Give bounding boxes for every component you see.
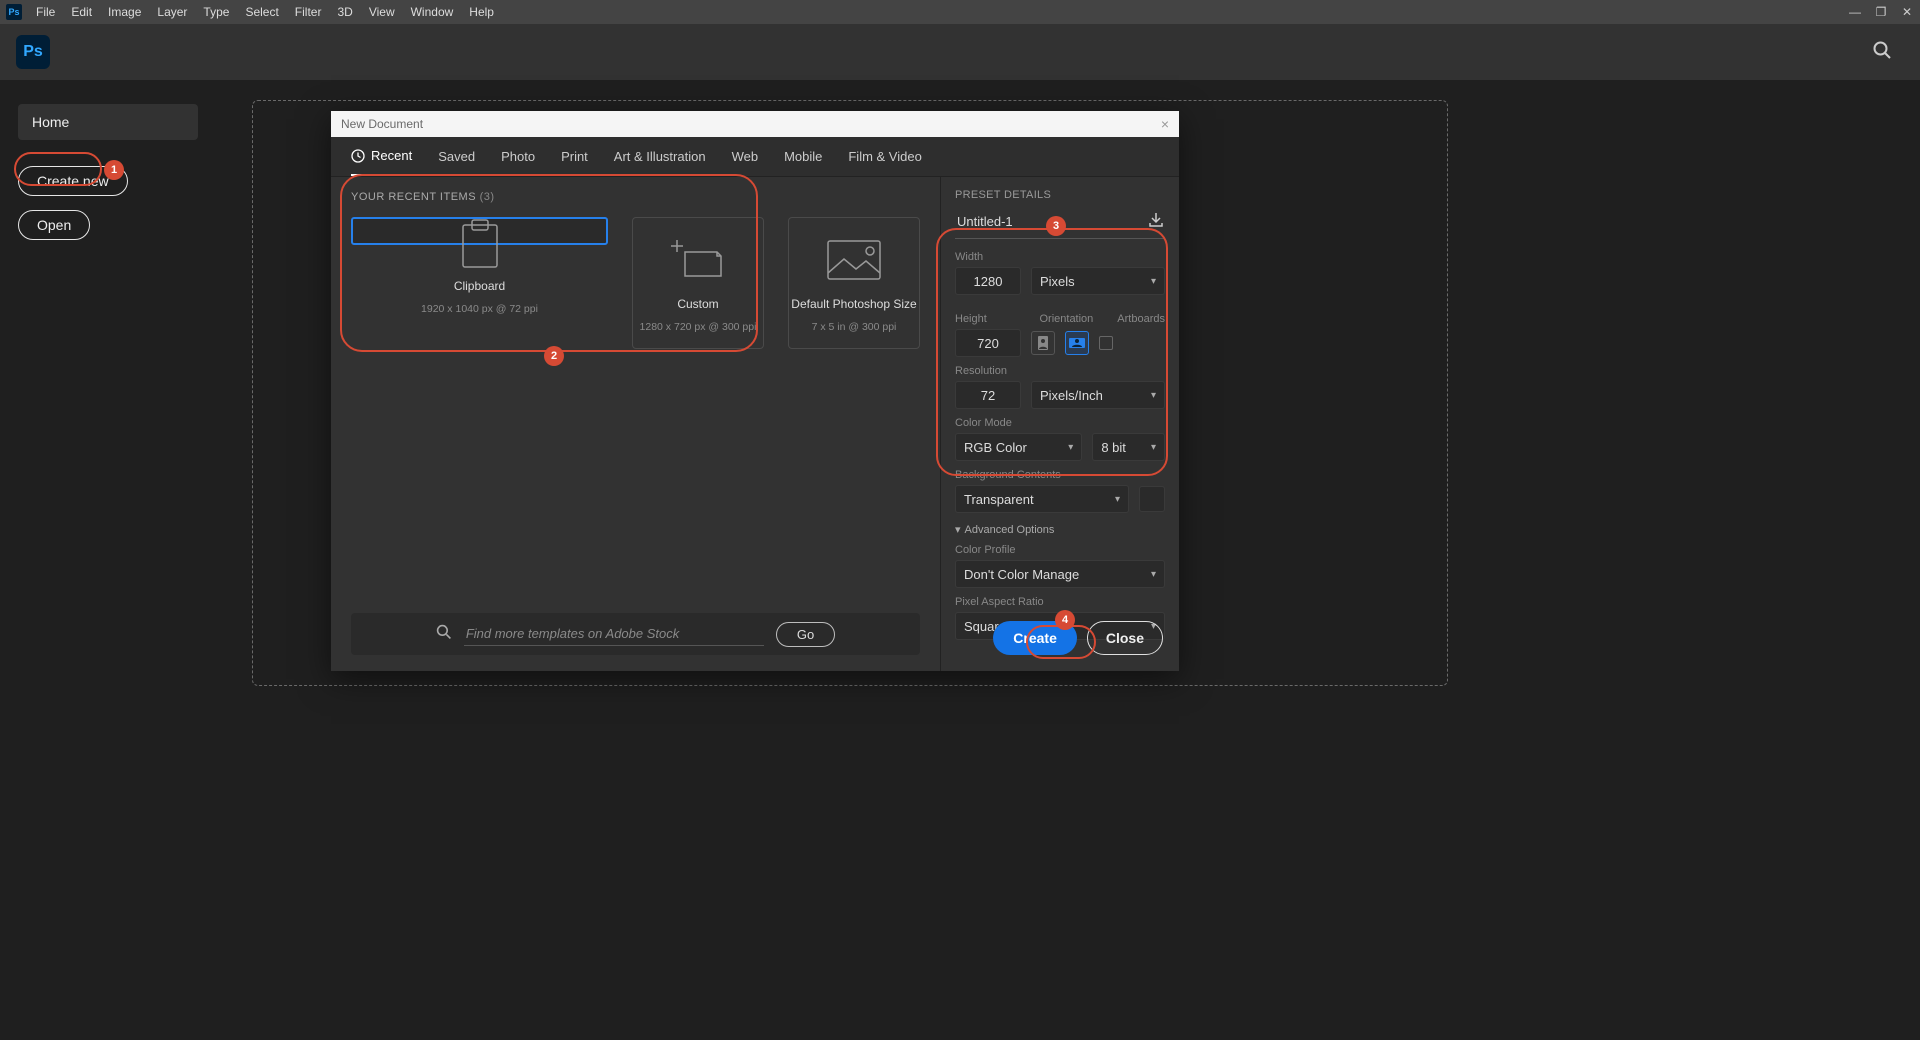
drop-zone: New Document × Recent Saved Photo Print … — [252, 100, 1448, 686]
advanced-options-toggle[interactable]: ▾ Advanced Options — [955, 523, 1165, 536]
tab-photo[interactable]: Photo — [501, 137, 535, 176]
tab-recent-label: Recent — [371, 148, 412, 163]
color-profile-select[interactable]: Don't Color Manage▾ — [955, 560, 1165, 588]
search-icon — [436, 624, 452, 645]
dialog-tabs: Recent Saved Photo Print Art & Illustrat… — [331, 137, 1179, 177]
stock-search-bar: Find more templates on Adobe Stock Go — [351, 613, 920, 655]
preset-custom[interactable]: Custom 1280 x 720 px @ 300 ppi — [632, 217, 764, 349]
ps-mini-icon: Ps — [6, 4, 22, 20]
orientation-portrait[interactable] — [1031, 331, 1055, 355]
resolution-unit-select[interactable]: Pixels/Inch▾ — [1031, 381, 1165, 409]
tab-web[interactable]: Web — [732, 137, 759, 176]
create-button[interactable]: Create — [993, 621, 1077, 655]
window-minimize-icon[interactable]: — — [1842, 5, 1868, 19]
tab-film[interactable]: Film & Video — [848, 137, 921, 176]
menu-bar: Ps File Edit Image Layer Type Select Fil… — [0, 0, 1920, 24]
bit-depth-select[interactable]: 8 bit▾ — [1092, 433, 1165, 461]
tab-saved[interactable]: Saved — [438, 137, 475, 176]
width-unit-select[interactable]: Pixels▾ — [1031, 267, 1165, 295]
height-label: Height — [955, 313, 1019, 325]
save-preset-icon[interactable] — [1147, 211, 1165, 232]
create-new-button[interactable]: Create new — [18, 166, 128, 196]
bg-contents-select[interactable]: Transparent▾ — [955, 485, 1129, 513]
document-icon — [671, 233, 725, 287]
resolution-input[interactable] — [955, 381, 1021, 409]
color-mode-label: Color Mode — [955, 417, 1165, 429]
menu-file[interactable]: File — [28, 5, 63, 19]
preset-label: Custom — [677, 297, 718, 311]
menu-view[interactable]: View — [361, 5, 403, 19]
preset-sub: 1920 x 1040 px @ 72 ppi — [421, 303, 538, 315]
pixel-aspect-label: Pixel Aspect Ratio — [955, 596, 1165, 608]
menu-filter[interactable]: Filter — [287, 5, 330, 19]
height-input[interactable] — [955, 329, 1021, 357]
menu-window[interactable]: Window — [403, 5, 462, 19]
menu-type[interactable]: Type — [195, 5, 237, 19]
bg-color-swatch[interactable] — [1139, 486, 1165, 512]
tab-art[interactable]: Art & Illustration — [614, 137, 706, 176]
search-icon[interactable] — [1872, 40, 1892, 65]
app-header: Ps — [0, 24, 1920, 80]
preset-label: Default Photoshop Size — [791, 297, 916, 311]
menu-image[interactable]: Image — [100, 5, 149, 19]
menu-help[interactable]: Help — [461, 5, 502, 19]
tab-mobile[interactable]: Mobile — [784, 137, 822, 176]
color-mode-select[interactable]: RGB Color▾ — [955, 433, 1082, 461]
artboards-label: Artboards — [1117, 313, 1165, 325]
dialog-title-bar: New Document × — [331, 111, 1179, 137]
preset-label: Clipboard — [454, 279, 505, 293]
nav-home[interactable]: Home — [18, 104, 198, 140]
presets-panel: YOUR RECENT ITEMS (3) Clipboard 1920 x 1… — [331, 177, 941, 671]
menu-layer[interactable]: Layer — [149, 5, 195, 19]
bg-contents-label: Background Contents — [955, 469, 1165, 481]
document-name-input[interactable] — [955, 213, 1147, 230]
go-button[interactable]: Go — [776, 622, 835, 647]
window-close-icon[interactable]: ✕ — [1894, 5, 1920, 19]
preset-details-panel: PRESET DETAILS Width Pixels▾ Height — [941, 177, 1179, 671]
close-button[interactable]: Close — [1087, 621, 1163, 655]
color-profile-label: Color Profile — [955, 544, 1165, 556]
artboards-checkbox[interactable] — [1099, 336, 1113, 350]
preset-clipboard[interactable]: Clipboard 1920 x 1040 px @ 72 ppi — [351, 217, 608, 245]
width-label: Width — [955, 251, 1165, 263]
preset-default-size[interactable]: Default Photoshop Size 7 x 5 in @ 300 pp… — [788, 217, 920, 349]
menu-select[interactable]: Select — [237, 5, 286, 19]
tab-print[interactable]: Print — [561, 137, 588, 176]
preset-sub: 7 x 5 in @ 300 ppi — [812, 321, 897, 333]
resolution-label: Resolution — [955, 365, 1165, 377]
clock-icon — [351, 149, 365, 163]
details-header: PRESET DETAILS — [955, 189, 1165, 201]
close-icon[interactable]: × — [1161, 116, 1169, 132]
chevron-down-icon: ▾ — [955, 523, 961, 536]
open-button[interactable]: Open — [18, 210, 90, 240]
orientation-landscape[interactable] — [1065, 331, 1089, 355]
image-icon — [826, 233, 882, 287]
orientation-label: Orientation — [1039, 313, 1093, 325]
width-input[interactable] — [955, 267, 1021, 295]
menu-edit[interactable]: Edit — [63, 5, 100, 19]
photoshop-logo-icon: Ps — [16, 35, 50, 69]
window-restore-icon[interactable]: ❐ — [1868, 5, 1894, 19]
dialog-title: New Document — [341, 117, 423, 131]
left-nav: Home Create new Open — [18, 104, 198, 254]
menu-3d[interactable]: 3D — [329, 5, 360, 19]
tab-recent[interactable]: Recent — [351, 137, 412, 176]
stock-search-input[interactable]: Find more templates on Adobe Stock — [464, 622, 764, 646]
preset-sub: 1280 x 720 px @ 300 ppi — [640, 321, 757, 333]
clipboard-icon — [459, 219, 501, 269]
new-document-dialog: New Document × Recent Saved Photo Print … — [331, 111, 1179, 671]
recent-items-header: YOUR RECENT ITEMS (3) — [351, 191, 920, 203]
